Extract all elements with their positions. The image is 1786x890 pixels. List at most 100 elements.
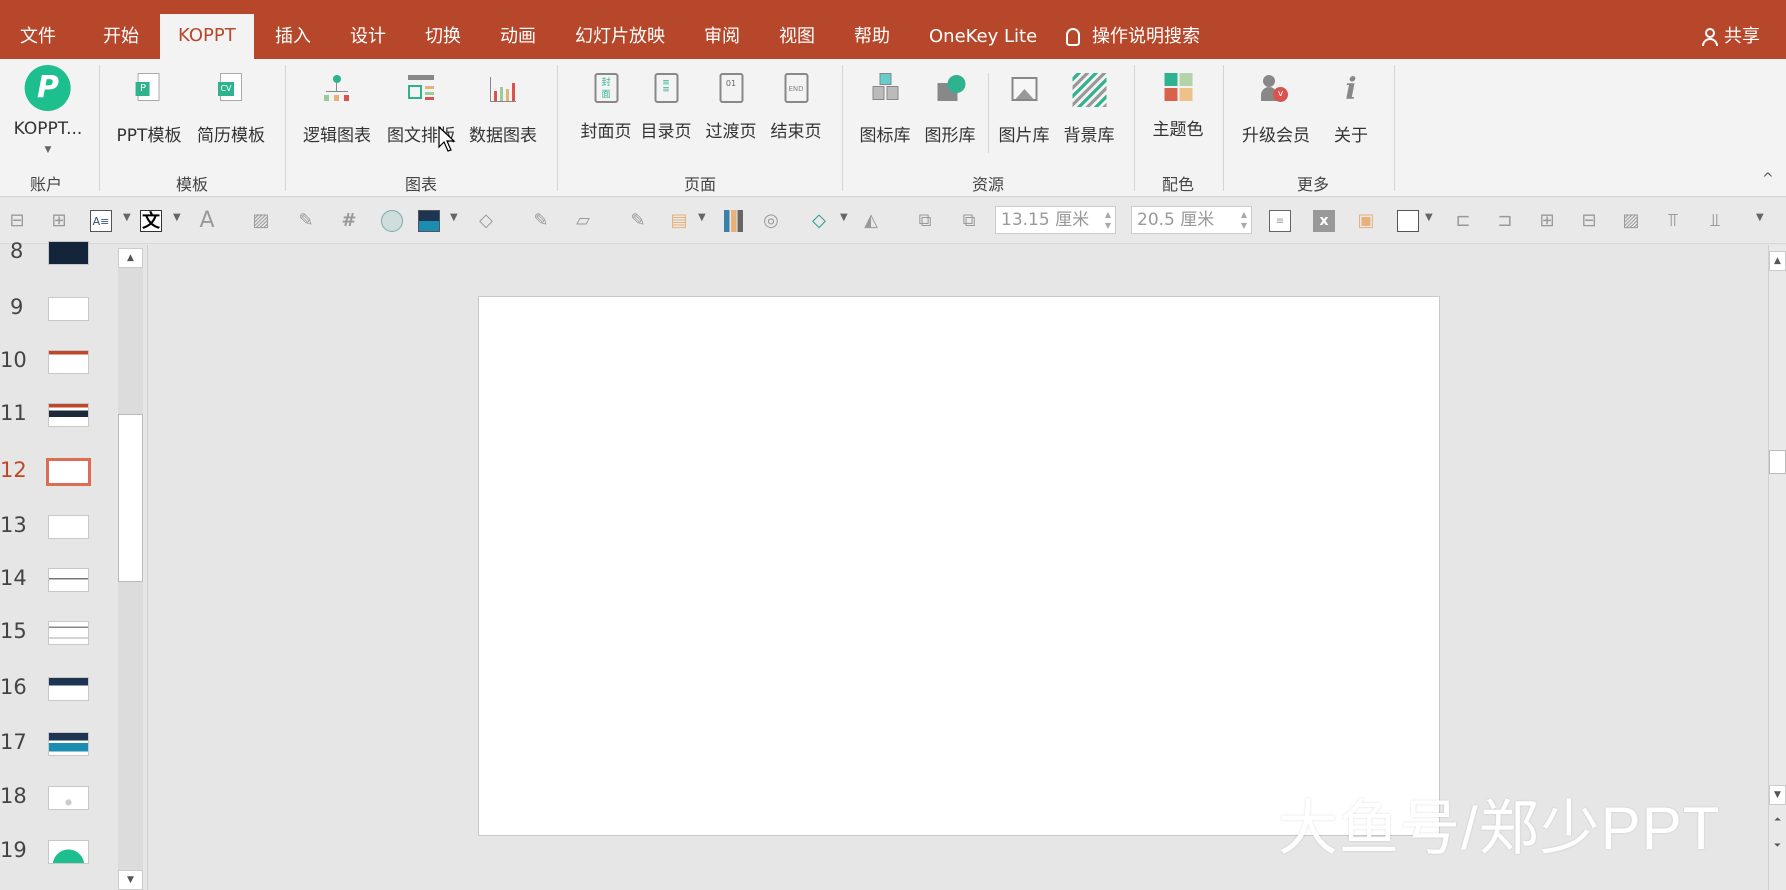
scroll-down-icon[interactable]: ▼ xyxy=(1769,785,1786,805)
dropdown-arrow-icon[interactable]: ▼ xyxy=(698,212,706,223)
font-color-icon[interactable]: A xyxy=(196,210,218,232)
slide-thumbnail[interactable] xyxy=(48,840,89,864)
background-library-button[interactable]: 背景库 xyxy=(1064,73,1115,146)
select-pane-icon[interactable]: ▣ xyxy=(1355,210,1377,232)
collapse-ribbon-icon[interactable]: ^ xyxy=(1762,171,1774,187)
align-right-icon[interactable]: ⊐ xyxy=(1494,210,1516,232)
rotate-icon[interactable]: ◭ xyxy=(860,210,882,232)
align-middle-icon[interactable]: ⊞ xyxy=(1536,210,1558,232)
scrollbar-thumb[interactable] xyxy=(1769,450,1786,474)
align-left-icon[interactable]: ⊏ xyxy=(1452,210,1474,232)
paint-bucket-icon[interactable]: ◇ xyxy=(475,210,497,232)
close-box-icon[interactable]: x xyxy=(1313,210,1335,232)
send-backward-icon[interactable]: ⧉ xyxy=(958,210,980,232)
dropdown-arrow-icon[interactable]: ▼ xyxy=(1425,212,1433,223)
shape-height-input[interactable]: 13.15 厘米 ▲ ▼ xyxy=(995,206,1116,234)
tab-transitions[interactable]: 切换 xyxy=(425,22,461,59)
share-button[interactable]: 共享 xyxy=(1702,22,1760,59)
end-page-button[interactable]: END 结束页 xyxy=(771,73,822,142)
picture-library-button[interactable]: 图片库 xyxy=(999,73,1050,146)
dropdown-arrow-icon[interactable]: ▼ xyxy=(450,212,458,223)
dropdown-arrow-icon[interactable]: ▼ xyxy=(173,212,181,223)
outline-icon[interactable]: ▱ xyxy=(572,210,594,232)
slide-thumbnail[interactable] xyxy=(48,568,89,592)
shape-fill-icon[interactable] xyxy=(418,210,440,232)
spinner-icon[interactable]: ▲ ▼ xyxy=(1105,209,1111,231)
text-format-icon[interactable]: ≡ xyxy=(1269,210,1291,232)
change-picture-icon[interactable]: ▨ xyxy=(250,210,272,232)
tab-review[interactable]: 审阅 xyxy=(704,22,740,59)
merge-shapes-icon[interactable]: ▤ xyxy=(668,210,690,232)
divider xyxy=(988,73,989,153)
scroll-up-icon[interactable]: ▲ xyxy=(118,248,143,268)
icon-library-button[interactable]: 图标库 xyxy=(860,73,911,146)
slide-thumbnail[interactable] xyxy=(48,786,89,810)
group-divider xyxy=(842,65,843,191)
text-box-icon[interactable]: A≡ xyxy=(90,210,112,232)
align-top-icon[interactable]: ⫪ xyxy=(1662,210,1684,232)
slide-thumbnail[interactable] xyxy=(48,241,89,265)
crop-icon[interactable]: # xyxy=(338,210,360,232)
slide-thumbnail[interactable] xyxy=(48,732,89,756)
tab-design[interactable]: 设计 xyxy=(350,22,386,59)
shape-width-input[interactable]: 20.5 厘米 ▲ ▼ xyxy=(1131,206,1252,234)
thumbnail-scrollbar[interactable]: ▲ ▼ xyxy=(118,248,143,890)
previous-slide-icon[interactable]: ⏶ xyxy=(1769,811,1786,831)
slide-canvas[interactable] xyxy=(478,296,1440,836)
replace-picture-icon[interactable]: ▨ xyxy=(1620,210,1642,232)
scrollbar-thumb[interactable] xyxy=(118,414,143,582)
tab-file[interactable]: 文件 xyxy=(20,22,56,59)
scroll-down-icon[interactable]: ▼ xyxy=(118,870,143,890)
slide-thumbnail[interactable] xyxy=(46,458,91,486)
eyedropper-icon[interactable]: ✎ xyxy=(627,210,649,232)
spinner-icon[interactable]: ▲ ▼ xyxy=(1241,209,1247,231)
logic-chart-button[interactable]: 逻辑图表 xyxy=(303,73,371,146)
tell-me-search[interactable]: 操作说明搜索 xyxy=(1066,22,1200,59)
tab-help[interactable]: 帮助 xyxy=(854,22,890,59)
about-button[interactable]: i 关于 xyxy=(1334,73,1368,147)
edit-shape-icon[interactable]: ◇ xyxy=(808,210,830,232)
scroll-up-icon[interactable]: ▲ xyxy=(1769,251,1786,271)
tab-onekey-lite[interactable]: OneKey Lite xyxy=(929,22,1037,59)
eyedropper-icon[interactable]: ✎ xyxy=(295,210,317,232)
tab-animations[interactable]: 动画 xyxy=(500,22,536,59)
toolbar-overflow-icon[interactable]: ▼ xyxy=(1756,212,1764,223)
bring-forward-icon[interactable]: ⧉ xyxy=(914,210,936,232)
tab-slideshow[interactable]: 幻灯片放映 xyxy=(575,22,665,59)
distribute-icon[interactable]: ⊞ xyxy=(48,210,70,232)
koppt-account-button[interactable]: P KOPPT... ▼ xyxy=(14,65,82,155)
dropdown-arrow-icon[interactable]: ▼ xyxy=(123,212,131,223)
data-chart-button[interactable]: 数据图表 xyxy=(469,73,537,146)
slide-thumbnail[interactable] xyxy=(48,350,89,374)
tab-view[interactable]: 视图 xyxy=(779,22,815,59)
upgrade-member-button[interactable]: v 升级会员 xyxy=(1242,73,1310,146)
shape-library-button[interactable]: 图形库 xyxy=(925,73,976,146)
dropdown-arrow-icon[interactable]: ▼ xyxy=(840,212,848,223)
intersect-icon[interactable]: ◎ xyxy=(760,210,782,232)
group-divider xyxy=(1394,65,1395,191)
theme-color-button[interactable]: 主题色 xyxy=(1153,73,1204,140)
slide-thumbnail[interactable] xyxy=(48,677,89,701)
eyedropper-icon[interactable]: ✎ xyxy=(530,210,552,232)
tab-home[interactable]: 开始 xyxy=(103,22,139,59)
slide-thumbnail[interactable] xyxy=(48,515,89,539)
align-center-icon[interactable]: ⊟ xyxy=(1578,210,1600,232)
text-direction-icon[interactable]: 文 xyxy=(140,210,162,232)
slide-thumbnail[interactable] xyxy=(48,403,89,427)
slide-thumbnail[interactable] xyxy=(48,297,89,321)
toc-page-button[interactable]: ≡ ≡ 目录页 xyxy=(641,73,692,142)
tab-koppt[interactable]: KOPPT xyxy=(160,14,254,59)
align-center-icon[interactable]: ⊟ xyxy=(6,210,28,232)
tab-insert[interactable]: 插入 xyxy=(275,22,311,59)
chart-icon[interactable] xyxy=(722,210,744,232)
size-icon[interactable] xyxy=(1397,210,1419,232)
slide-scrollbar[interactable]: ▲ ▼ ⏶ ⏷ xyxy=(1768,245,1786,890)
oval-shape-icon[interactable] xyxy=(381,210,403,232)
slide-thumbnail[interactable] xyxy=(48,621,89,645)
transition-page-button[interactable]: 01 过渡页 xyxy=(706,73,757,142)
ppt-template-button[interactable]: P PPT模板 xyxy=(117,73,181,146)
next-slide-icon[interactable]: ⏷ xyxy=(1769,837,1786,857)
align-bottom-icon[interactable]: ⫫ xyxy=(1704,210,1726,232)
cover-page-button[interactable]: 封面 封面页 xyxy=(581,73,632,142)
resume-template-button[interactable]: CV 简历模板 xyxy=(197,73,265,146)
